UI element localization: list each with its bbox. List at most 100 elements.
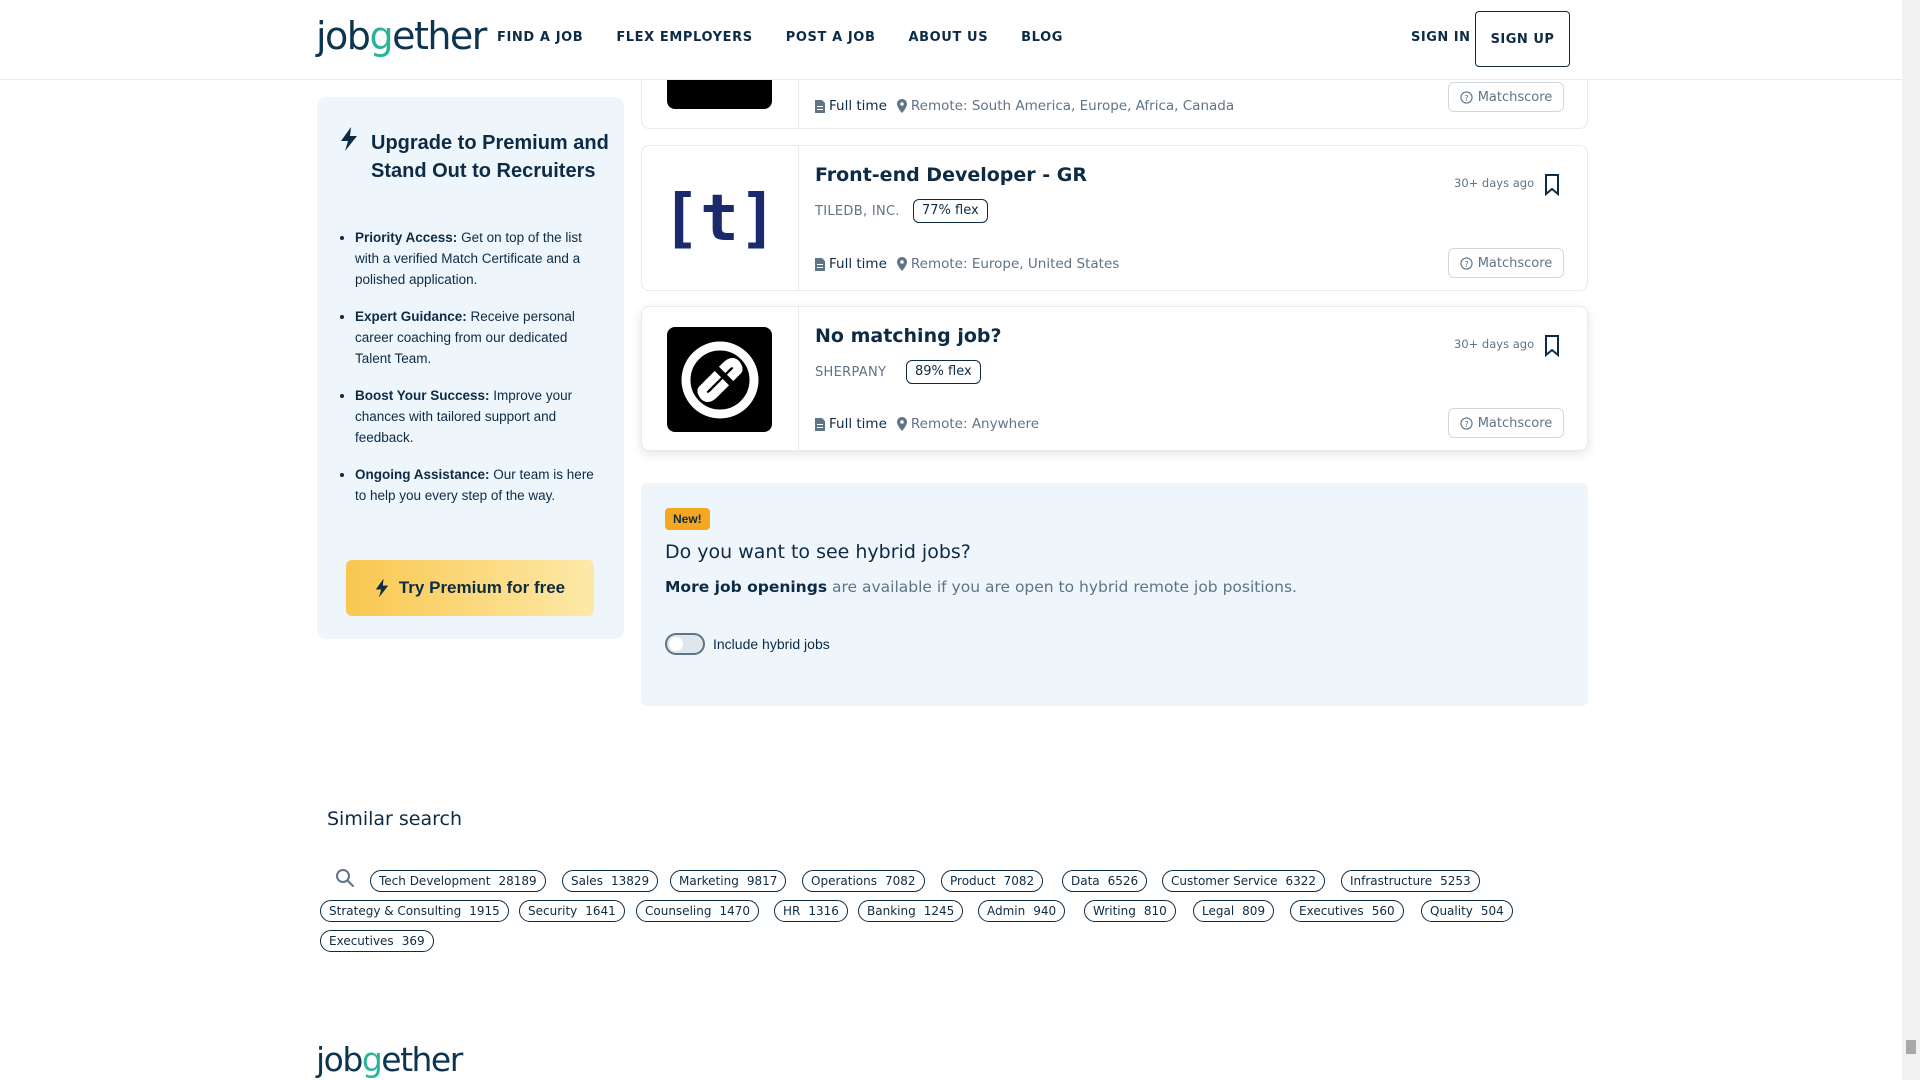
- matchscore-button[interactable]: ? Matchscore: [1448, 408, 1564, 438]
- similar-search-tag[interactable]: Executives 369: [320, 930, 434, 952]
- document-icon: [815, 257, 825, 271]
- similar-search-tag[interactable]: Customer Service 6322: [1162, 870, 1325, 892]
- include-hybrid-label[interactable]: Include hybrid jobs: [713, 636, 830, 652]
- logo-text-post: ether: [392, 14, 487, 58]
- nav-about-us[interactable]: ABOUT US: [908, 30, 988, 45]
- benefit-label: Boost Your Success:: [355, 388, 490, 403]
- flex-badge: 89% flex: [906, 360, 981, 384]
- lightning-icon: [341, 127, 357, 151]
- site-header: jobgether FIND A JOB FLEX EMPLOYERS POST…: [0, 0, 1902, 80]
- similar-search-tag[interactable]: HR 1316: [774, 900, 848, 922]
- help-circle-icon: ?: [1460, 416, 1473, 430]
- matchscore-label: Matchscore: [1477, 89, 1553, 105]
- tag-count: 1641: [585, 904, 616, 918]
- matchscore-button[interactable]: ? Matchscore: [1448, 82, 1564, 112]
- tag-label: Executives: [329, 934, 394, 948]
- posted-ago: 30+ days ago: [1454, 337, 1535, 351]
- similar-search-tag[interactable]: Sales 13829: [562, 870, 659, 892]
- similar-search-tag[interactable]: Marketing 9817: [670, 870, 787, 892]
- similar-search-tag[interactable]: Product 7082: [941, 870, 1044, 892]
- job-card[interactable]: No matching job? SHERPANY 89% flex 30+ d…: [641, 306, 1588, 451]
- sherpany-logo-icon: [681, 341, 758, 418]
- document-icon: [815, 417, 825, 431]
- tag-label: Strategy & Consulting: [329, 904, 462, 918]
- similar-search-tag[interactable]: Security 1641: [519, 900, 625, 922]
- logo-text-post: ether: [381, 1040, 463, 1079]
- lightning-icon: [375, 578, 389, 598]
- sign-in-link[interactable]: SIGN IN: [1411, 30, 1471, 45]
- tag-label: Operations: [811, 874, 877, 888]
- hybrid-jobs-panel: New! Do you want to see hybrid jobs? Mor…: [641, 483, 1588, 706]
- job-location-text: Remote: South America, Europe, Africa, C…: [910, 98, 1235, 114]
- tag-label: Executives: [1299, 904, 1364, 918]
- nav-find-a-job[interactable]: FIND A JOB: [497, 30, 583, 45]
- similar-search-tag[interactable]: Quality 504: [1421, 900, 1513, 922]
- job-location-text: Remote: Europe, United States: [910, 256, 1120, 272]
- nav-flex-employers[interactable]: FLEX EMPLOYERS: [616, 30, 752, 45]
- page-scrollbar[interactable]: [1902, 0, 1920, 1080]
- benefit-label: Priority Access:: [355, 230, 458, 245]
- tag-count: 369: [401, 934, 425, 948]
- logo-text-g: g: [361, 1040, 383, 1079]
- job-location: Remote: South America, Europe, Africa, C…: [896, 98, 1235, 114]
- try-premium-label: Try Premium for free: [398, 578, 566, 597]
- similar-search-tag[interactable]: Counseling 1470: [636, 900, 760, 922]
- main-nav: FIND A JOB FLEX EMPLOYERS POST A JOB ABO…: [497, 30, 1096, 45]
- tag-count: 5253: [1440, 874, 1471, 888]
- job-location: Remote: Anywhere: [896, 416, 1039, 432]
- tag-count: 7082: [884, 874, 916, 888]
- premium-title: Upgrade to Premium and Stand Out to Recr…: [371, 132, 609, 182]
- job-card[interactable]: [t] Front-end Developer - GR TILEDB, INC…: [641, 145, 1588, 291]
- tag-count: 809: [1242, 904, 1266, 918]
- benefit-item: Boost Your Success: Improve your chances…: [355, 385, 605, 448]
- jobgether-logo[interactable]: jobgether: [316, 14, 487, 58]
- nav-blog[interactable]: BLOG: [1021, 30, 1063, 45]
- similar-search-tag[interactable]: Data 6526: [1062, 870, 1148, 892]
- company-logo: [667, 327, 772, 432]
- svg-text:?: ?: [1464, 418, 1468, 428]
- tag-label: Tech Development: [379, 874, 491, 888]
- similar-search-tag[interactable]: Banking 1245: [858, 900, 964, 922]
- logo-text-g: g: [369, 14, 393, 58]
- footer-jobgether-logo[interactable]: jobgether: [316, 1040, 463, 1079]
- svg-text:?: ?: [1464, 258, 1468, 268]
- tag-count: 6526: [1107, 874, 1139, 888]
- job-type: Full time: [829, 256, 887, 272]
- try-premium-button[interactable]: Try Premium for free: [346, 560, 594, 616]
- company-name[interactable]: SHERPANY: [815, 365, 886, 380]
- document-icon: [815, 99, 825, 113]
- logo-text-pre: job: [316, 1040, 363, 1079]
- similar-search-tag[interactable]: Operations 7082: [802, 870, 925, 892]
- hybrid-description: More job openings are available if you a…: [665, 578, 1297, 596]
- location-pin-icon: [896, 257, 907, 271]
- similar-search-tag[interactable]: Strategy & Consulting 1915: [320, 900, 509, 922]
- similar-search-tag[interactable]: Executives 560: [1290, 900, 1404, 922]
- premium-benefits-list: Priority Access: Get on top of the list …: [355, 227, 605, 522]
- bookmark-icon[interactable]: [1544, 174, 1560, 196]
- nav-post-a-job[interactable]: POST A JOB: [786, 30, 876, 45]
- company-logo: [t]: [661, 181, 778, 256]
- tag-label: Counseling: [645, 904, 712, 918]
- scrollbar-thumb[interactable]: [1906, 1040, 1916, 1054]
- similar-search-tag[interactable]: Infrastructure 5253: [1341, 870, 1480, 892]
- tag-label: Product: [950, 874, 996, 888]
- svg-text:?: ?: [1464, 92, 1468, 102]
- job-title[interactable]: Front-end Developer - GR: [815, 164, 1087, 186]
- tag-label: Marketing: [679, 874, 739, 888]
- company-name[interactable]: TILEDB, INC.: [815, 204, 900, 219]
- similar-search-tag[interactable]: Legal 809: [1193, 900, 1275, 922]
- include-hybrid-toggle[interactable]: [665, 633, 705, 655]
- tag-count: 1470: [719, 904, 751, 918]
- sign-up-button[interactable]: SIGN UP: [1475, 11, 1570, 67]
- tag-label: Data: [1071, 874, 1100, 888]
- job-title[interactable]: No matching job?: [815, 325, 1002, 347]
- tag-count: 6322: [1285, 874, 1316, 888]
- tag-count: 940: [1033, 904, 1057, 918]
- similar-search-tag[interactable]: Tech Development 28189: [370, 870, 546, 892]
- benefit-item: Expert Guidance: Receive personal career…: [355, 306, 605, 369]
- similar-search-tag[interactable]: Writing 810: [1084, 900, 1176, 922]
- similar-search-tag[interactable]: Admin 940: [978, 900, 1066, 922]
- bookmark-icon[interactable]: [1544, 335, 1560, 357]
- matchscore-button[interactable]: ? Matchscore: [1448, 248, 1564, 278]
- tag-count: 7082: [1003, 874, 1035, 888]
